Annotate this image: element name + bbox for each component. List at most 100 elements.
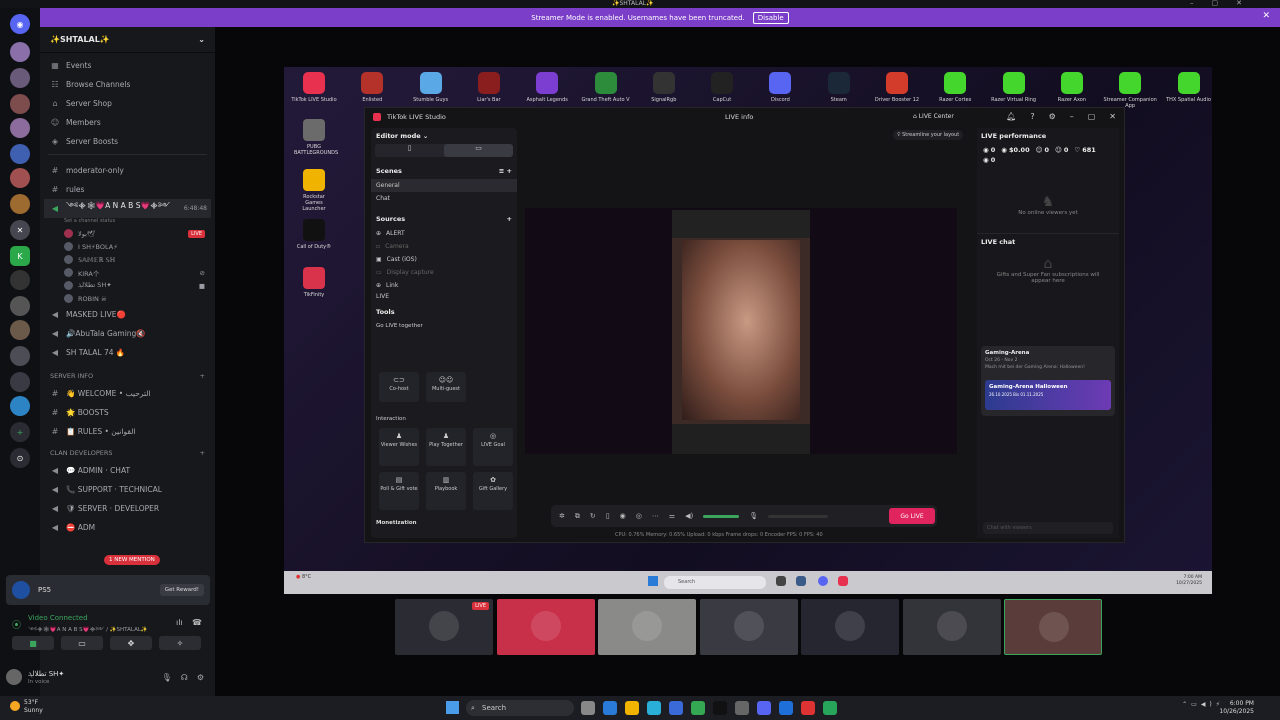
more-icon[interactable]: ⋯: [652, 512, 659, 520]
discord-icon[interactable]: [818, 576, 828, 586]
desktop-app-shortcut[interactable]: TikTok LIVE Studio: [284, 72, 344, 103]
camera-button[interactable]: ■: [12, 636, 54, 650]
desktop-app-shortcut[interactable]: Liar's Bar: [459, 72, 519, 103]
folder-icon[interactable]: [625, 701, 639, 715]
nav-events[interactable]: ▦ Events: [40, 56, 215, 75]
headphones-icon[interactable]: ☊: [181, 673, 188, 682]
go-live-button[interactable]: Go LIVE: [889, 508, 935, 524]
volume-icon[interactable]: ◀): [685, 512, 693, 520]
desktop-shortcut[interactable]: Call of Duty®: [294, 219, 334, 250]
desktop-app-shortcut[interactable]: Discord: [750, 72, 810, 103]
help-icon[interactable]: ?: [1030, 112, 1034, 121]
voice-channel[interactable]: ◀ SH TALAL 74 🔥: [40, 343, 215, 362]
participant-tile[interactable]: LIVE: [395, 599, 493, 655]
desktop-app-shortcut[interactable]: Razer Virtual Ring: [984, 72, 1044, 103]
desktop-app-shortcut[interactable]: Enlisted: [342, 72, 402, 103]
voice-status[interactable]: Video Connected: [28, 614, 148, 622]
gear-icon[interactable]: ⚙: [197, 673, 204, 682]
edge-icon[interactable]: [603, 701, 617, 715]
avatar[interactable]: [6, 669, 22, 685]
source-item[interactable]: ⊕ ALERT: [371, 227, 517, 240]
store-icon[interactable]: [647, 701, 661, 715]
playstation-promo-card[interactable]: PS5 Get Reward!: [6, 575, 210, 605]
voice-user[interactable]: KIRA个 ⊘: [40, 266, 215, 279]
landscape-icon[interactable]: ▭: [444, 144, 513, 157]
username[interactable]: ﺗﻄﻼلܓ SH✦: [28, 670, 64, 679]
nav-server-shop[interactable]: ⌂ Server Shop: [40, 94, 215, 113]
participant-tile[interactable]: [1004, 599, 1102, 655]
live-preview[interactable]: [525, 208, 957, 454]
signal-icon[interactable]: ⦿: [12, 618, 21, 631]
participant-tile[interactable]: [902, 599, 1001, 655]
windows-start-icon[interactable]: [648, 576, 658, 586]
gear-icon[interactable]: ⚙: [1049, 112, 1056, 121]
chrome-icon[interactable]: [691, 701, 705, 715]
add-channel-icon[interactable]: +: [200, 449, 205, 457]
source-item[interactable]: ▫ Camera: [371, 240, 517, 253]
magic-icon[interactable]: ✲: [559, 512, 565, 520]
desktop-app-shortcut[interactable]: CapCut: [692, 72, 752, 103]
nav-browse-channels[interactable]: ☷ Browse Channels: [40, 75, 215, 94]
voice-user[interactable]: بولا🕊 LIVE: [40, 227, 215, 240]
chat-input[interactable]: Chat with viewers: [983, 522, 1113, 534]
desktop-app-shortcut[interactable]: Razer Axon: [1042, 72, 1102, 103]
server-icon[interactable]: [10, 396, 30, 416]
nav-members[interactable]: ☺ Members: [40, 113, 215, 132]
get-reward-button[interactable]: Get Reward!: [159, 584, 204, 596]
weather-widget[interactable]: 53°F Sunny: [10, 699, 43, 715]
participant-tile[interactable]: [496, 599, 595, 655]
volume-slider[interactable]: [703, 514, 740, 518]
desktop-app-shortcut[interactable]: Driver Booster 12: [867, 72, 927, 103]
clock[interactable]: 6:00 PM 10/26/2025: [1219, 700, 1254, 716]
server-icon[interactable]: [10, 346, 30, 366]
multi-guest-button[interactable]: ☺☺ Multi-guest: [426, 372, 466, 402]
minimize-icon[interactable]: –: [1070, 112, 1074, 121]
source-item[interactable]: ▣ Cast (iOS): [371, 253, 517, 266]
channel-rules-info[interactable]: # 📋 RULES • القوانين: [40, 422, 215, 441]
live-center-button[interactable]: ⌂ LIVE Center: [913, 113, 954, 120]
source-item[interactable]: ⊕ Link: [371, 279, 517, 292]
event-card[interactable]: Gaming-Arena Oct 26 - Nov 2 Mach mit bei…: [981, 346, 1115, 416]
streamline-layout-tip[interactable]: 💡︎ Streamline your layout: [893, 130, 964, 140]
desktop-shortcut[interactable]: TikFinity: [294, 267, 334, 298]
clock[interactable]: 7:00 AM 10/27/2025: [1176, 575, 1202, 587]
guild-header[interactable]: ✨SHTALAL✨ ⌄: [40, 27, 215, 53]
desktop-app-shortcut[interactable]: Asphalt Legends: [517, 72, 577, 103]
sliders-icon[interactable]: ⚌: [669, 512, 675, 520]
search-input[interactable]: Search: [664, 576, 766, 589]
add-channel-icon[interactable]: +: [200, 372, 205, 380]
server-icon[interactable]: [10, 144, 30, 164]
taskview-icon[interactable]: [581, 701, 595, 715]
desktop-app-shortcut[interactable]: SignalRgb: [634, 72, 694, 103]
poll-gift-vote-button[interactable]: ▤ Poll & Gift vote: [379, 472, 419, 510]
voice-channel[interactable]: ◀ ⛔ ADM: [40, 518, 215, 537]
live-goal-button[interactable]: ◎ LIVE Goal: [473, 428, 513, 466]
event-banner[interactable]: Gaming-Arena Halloween 26.10.2025 Bis 01…: [985, 380, 1111, 410]
channel-boosts[interactable]: # 🌟 BOOSTS: [40, 403, 215, 422]
co-host-button[interactable]: ⊂⊃ Co-host: [379, 372, 419, 402]
copy-icon[interactable]: ⧉: [575, 512, 580, 521]
voice-channel[interactable]: ◀ 📞 SUPPORT · TECHNICAL: [40, 480, 215, 499]
disconnect-icon[interactable]: ☎: [192, 618, 202, 627]
playbook-button[interactable]: ▥ Playbook: [426, 472, 466, 510]
mic-slider[interactable]: [768, 514, 829, 518]
whatsapp-icon[interactable]: [823, 701, 837, 715]
soundboard-button[interactable]: ✧: [159, 636, 201, 650]
refresh-icon[interactable]: ↻: [590, 512, 596, 520]
new-mention-pill[interactable]: 1 NEW MENTION: [104, 555, 160, 565]
desktop-app-shortcut[interactable]: Razer Cortex: [925, 72, 985, 103]
add-source-icon[interactable]: +: [507, 215, 512, 223]
screen-share-button[interactable]: ▭: [61, 636, 103, 650]
channel-status[interactable]: Set a channel status: [40, 218, 215, 227]
viewer-wishes-button[interactable]: ♟ Viewer Wishes: [379, 428, 419, 466]
server-icon[interactable]: [10, 194, 30, 214]
voice-user[interactable]: ﺗﻄﻼلܓ SH✦ ■: [40, 279, 215, 292]
search-input[interactable]: ⌕ Search: [466, 700, 574, 716]
server-icon[interactable]: [10, 118, 30, 138]
channel-moderator-only[interactable]: # moderator-only: [40, 161, 215, 180]
voice-channel[interactable]: ◀ 💬 ADMIN · CHAT: [40, 461, 215, 480]
desktop-shortcut[interactable]: PUBG BATTLEGROUNDS: [294, 119, 338, 156]
desktop-shortcut[interactable]: Rockstar Games Launcher: [294, 169, 334, 212]
tiktok-icon[interactable]: [838, 576, 848, 586]
app-icon[interactable]: [735, 701, 749, 715]
